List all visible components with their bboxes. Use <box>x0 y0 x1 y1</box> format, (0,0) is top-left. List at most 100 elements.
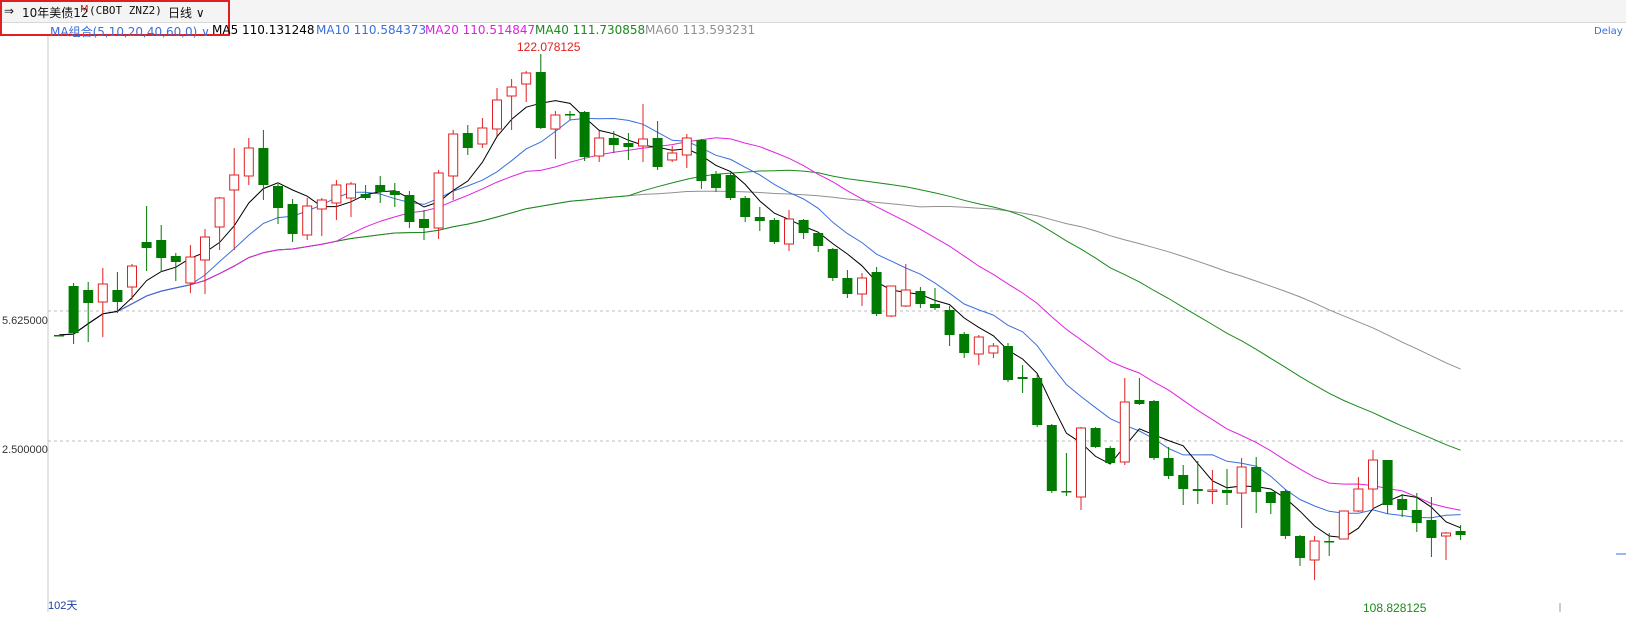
candle-body <box>1397 499 1408 510</box>
candle-body <box>798 220 809 233</box>
candle-body <box>448 133 459 177</box>
candle-body <box>740 198 751 217</box>
candle-body <box>1178 475 1189 489</box>
candle-body <box>1236 466 1247 494</box>
candle-body <box>827 249 838 278</box>
candle-body <box>1134 400 1145 404</box>
candle-body <box>1076 427 1086 498</box>
candle-body <box>1353 488 1364 512</box>
candle-body <box>623 143 634 147</box>
candle-body <box>535 72 546 128</box>
chart-grid <box>47 36 1626 612</box>
candle-body <box>1295 536 1305 558</box>
candle-body <box>185 256 196 284</box>
candle-body <box>521 72 532 85</box>
candles <box>54 54 1466 580</box>
candle-body <box>973 336 984 355</box>
candle-body <box>243 147 254 177</box>
candle-body <box>141 242 152 248</box>
candle-body <box>156 240 167 258</box>
candle-body <box>404 195 415 222</box>
ma5-line <box>58 100 1461 539</box>
candle-body <box>769 220 780 242</box>
candle-body <box>754 217 765 221</box>
candle-body <box>667 152 678 161</box>
candle-body <box>273 186 283 208</box>
candle-body <box>331 184 342 204</box>
candle-body <box>1192 489 1203 491</box>
candle-body <box>1324 541 1335 543</box>
candle-body <box>944 310 955 335</box>
candle-body <box>68 286 79 333</box>
candle-body <box>1003 346 1013 380</box>
candle-body <box>652 138 663 167</box>
candle-body <box>54 335 64 337</box>
candle-body <box>1411 510 1422 523</box>
candle-body <box>1105 448 1116 463</box>
candle-body <box>1061 491 1072 493</box>
candle-body <box>1017 377 1028 379</box>
candle-body <box>959 334 970 353</box>
candle-body <box>608 138 619 145</box>
candle-body <box>1455 531 1466 535</box>
candle-body <box>389 191 400 195</box>
candle-body <box>477 127 488 145</box>
candle-body <box>1251 467 1262 492</box>
candle-body <box>214 197 225 228</box>
candle-body <box>1338 510 1349 540</box>
candle-body <box>200 236 210 261</box>
candle-body <box>83 290 94 303</box>
candle-body <box>1265 492 1276 503</box>
candle-body <box>871 272 882 314</box>
candle-body <box>988 345 999 354</box>
candle-body <box>711 174 721 188</box>
candle-body <box>97 283 108 303</box>
candle-body <box>302 205 313 236</box>
candle-body <box>842 278 853 294</box>
ma-lines <box>58 100 1461 539</box>
candle-body <box>594 137 605 157</box>
candle-body <box>784 218 794 245</box>
candle-body <box>930 304 940 308</box>
candle-body <box>170 256 181 262</box>
days-count-label: 102天 <box>48 600 77 612</box>
candle-body <box>1032 378 1043 425</box>
candlestick-chart[interactable]: 5.625000 2.500000 122.078125 108.828125 … <box>0 0 1626 612</box>
candle-body <box>1119 401 1130 463</box>
candle-body <box>1309 540 1320 561</box>
candle-body <box>1280 491 1291 536</box>
candle-body <box>346 183 356 199</box>
candle-body <box>696 140 707 181</box>
candle-body <box>550 114 561 130</box>
candle-body <box>287 204 298 234</box>
candle-body <box>1222 490 1232 493</box>
candle-body <box>579 112 590 157</box>
low-price-label: 108.828125 <box>1363 601 1427 612</box>
candle-body <box>725 175 736 198</box>
candle-body <box>1149 401 1159 458</box>
candle-body <box>813 233 824 246</box>
y-tick-label: 5.625000 <box>2 315 48 327</box>
candle-body <box>886 285 897 317</box>
candle-body <box>681 137 692 156</box>
candle-body <box>492 99 502 130</box>
ma20-line <box>58 137 1461 511</box>
candle-body <box>1046 425 1057 491</box>
ma10-line <box>58 117 1461 519</box>
candle-body <box>1382 460 1393 505</box>
candle-body <box>112 290 123 302</box>
high-price-label: 122.078125 <box>517 40 581 54</box>
candle-body <box>1426 520 1437 538</box>
candle-body <box>1090 428 1101 447</box>
candle-body <box>229 174 240 191</box>
candle-body <box>433 172 444 229</box>
candle-body <box>506 86 517 97</box>
candle-body <box>419 219 429 228</box>
candle-body <box>1163 458 1174 476</box>
candle-body <box>360 194 371 198</box>
candle-body <box>915 291 926 304</box>
candle-body <box>1207 489 1218 492</box>
candle-body <box>1441 532 1451 537</box>
candle-body <box>857 277 867 295</box>
candle-body <box>1368 459 1378 490</box>
